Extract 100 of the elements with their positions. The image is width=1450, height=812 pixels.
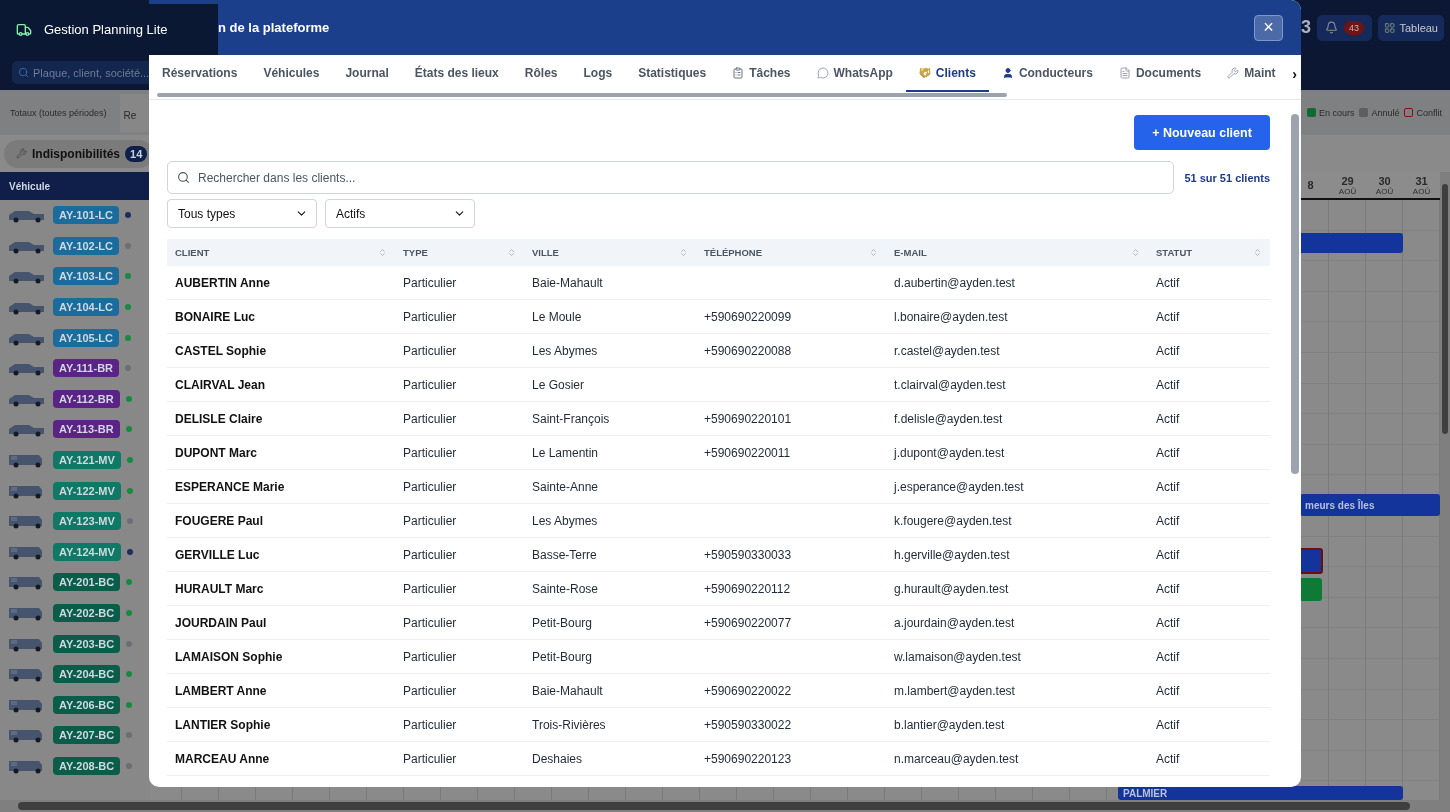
person-icon (1001, 66, 1014, 79)
day-number: 31 (1415, 174, 1428, 187)
tab[interactable]: Statistiques (625, 55, 720, 92)
table-cell: Particulier (395, 334, 524, 368)
table-cell: CASTEL Sophie (167, 334, 395, 368)
search-icon (18, 67, 29, 78)
table-cell: Actif (1148, 640, 1270, 674)
column-header[interactable]: TYPE (395, 239, 524, 266)
table-cell: b.lantier@ayden.test (886, 708, 1148, 742)
table-cell: Deshaies (524, 742, 696, 776)
plate-badge: AY-111-BR (53, 359, 120, 378)
table-cell: Particulier (395, 300, 524, 334)
table-cell: Particulier (395, 606, 524, 640)
tab[interactable]: Maint (1214, 55, 1289, 92)
table-cell: Actif (1148, 368, 1270, 402)
table-cell: d.aubertin@ayden.test (886, 266, 1148, 300)
tab[interactable]: WhatsApp (803, 55, 906, 92)
table-cell: LANTIER Sophie (167, 708, 395, 742)
table-cell: LAMAISON Sophie (167, 640, 395, 674)
scrollbar-thumb[interactable] (157, 93, 1007, 97)
scrollbar[interactable] (0, 800, 1450, 812)
table-cell: n.marceau@ayden.test (886, 742, 1148, 776)
table-cell: +590690220011 (696, 436, 886, 470)
table-cell: +590690220112 (696, 572, 886, 606)
table-cell: Les Abymes (524, 504, 696, 538)
plate-badge: AY-207-BC (53, 726, 121, 745)
bell-icon (1325, 21, 1338, 34)
plate-badge: AY-103-LC (53, 267, 119, 286)
truck-icon (16, 21, 32, 38)
table-cell: Actif (1148, 504, 1270, 538)
booking-bar[interactable] (1299, 578, 1322, 601)
tab[interactable]: Véhicules (250, 55, 333, 92)
plate-badge: AY-102-LC (53, 236, 119, 255)
modal-title: n de la plateforme (218, 20, 331, 35)
column-header[interactable]: E-MAIL (886, 239, 1148, 266)
booking-bar[interactable]: meurs des Îles (1300, 494, 1440, 516)
tab[interactable]: Rôles (511, 55, 571, 92)
table-cell: Particulier (395, 572, 524, 606)
document-icon (1118, 66, 1131, 79)
table-cell: Sainte-Anne (524, 470, 696, 504)
tab[interactable]: Réservations (149, 55, 251, 92)
plate-badge: AY-112-BR (53, 389, 120, 408)
table-cell: +590590330033 (696, 538, 886, 572)
table-cell: +590690220022 (696, 674, 886, 708)
plate-badge: AY-101-LC (53, 206, 119, 225)
table-cell: l.bonaire@ayden.test (886, 300, 1148, 334)
table-cell: Actif (1148, 402, 1270, 436)
table-cell: Baie-Mahault (524, 266, 696, 300)
scrollbar[interactable] (1440, 172, 1450, 800)
table-cell: w.lamaison@ayden.test (886, 640, 1148, 674)
search-field[interactable]: Rechercher dans les clients... (167, 161, 1175, 194)
table-cell: Saint-François (524, 402, 696, 436)
speech-bubble-icon (816, 66, 829, 79)
scrollbar-thumb[interactable] (1291, 114, 1299, 474)
wrench-icon (16, 148, 27, 159)
new-client-button[interactable]: + Nouveau client (1134, 115, 1270, 150)
table-cell: DELISLE Claire (167, 402, 395, 436)
tab[interactable]: États des lieux (401, 55, 512, 92)
tab[interactable]: Tâches (719, 55, 804, 92)
table-cell: CLAIRVAL Jean (167, 368, 395, 402)
totals-card: Re (119, 93, 150, 132)
legend-label: En cours (1318, 107, 1355, 118)
column-header[interactable]: VILLE (524, 239, 696, 266)
booking-bar[interactable]: PALMIER (1118, 786, 1403, 800)
day-number: 29 (1341, 174, 1354, 187)
table-cell: t.clairval@ayden.test (886, 368, 1148, 402)
dashboard-button[interactable]: Tableau (1378, 14, 1444, 41)
plate-badge: AY-203-BC (53, 634, 121, 653)
day-number: 30 (1378, 174, 1391, 187)
table-cell: AUBERTIN Anne (167, 266, 395, 300)
totals-label: Totaux (toutes périodes) (10, 107, 107, 118)
legend-label: Annulé (1371, 107, 1400, 118)
alert-badge: 43 (1344, 20, 1364, 35)
table-cell: +590690220088 (696, 334, 886, 368)
column-header[interactable]: CLIENT (167, 239, 395, 266)
table-cell: Petit-Bourg (524, 606, 696, 640)
column-header[interactable]: STATUT (1148, 239, 1270, 266)
table-cell: Actif (1148, 742, 1270, 776)
day-number: 8 (1307, 179, 1314, 191)
alerts-button[interactable]: 43 (1317, 14, 1372, 41)
result-count: 51 sur 51 clients (1184, 171, 1270, 184)
close-button[interactable]: × (1254, 14, 1283, 41)
plate-badge: AY-104-LC (53, 298, 119, 317)
tab[interactable]: Journal (332, 55, 402, 92)
scrollbar-thumb[interactable] (18, 802, 1410, 810)
tab[interactable]: Documents (1105, 55, 1215, 92)
plate-badge: AY-123-MV (53, 512, 121, 531)
table-cell: MARCEAU Anne (167, 742, 395, 776)
filter-select[interactable]: Actifs (325, 199, 475, 228)
plate-badge: AY-204-BC (53, 665, 121, 684)
column-header[interactable]: TÉLÉPHONE (696, 239, 886, 266)
filter-select[interactable]: Tous types (167, 199, 317, 228)
tab[interactable]: Logs (570, 55, 626, 92)
scrollbar-thumb[interactable] (1442, 184, 1448, 434)
sort-icon (378, 248, 387, 257)
tab[interactable]: Conducteurs (988, 55, 1106, 92)
table-cell: DUPONT Marc (167, 436, 395, 470)
grid-icon (1384, 21, 1396, 34)
sort-icon (679, 248, 688, 257)
table-cell: Particulier (395, 368, 524, 402)
